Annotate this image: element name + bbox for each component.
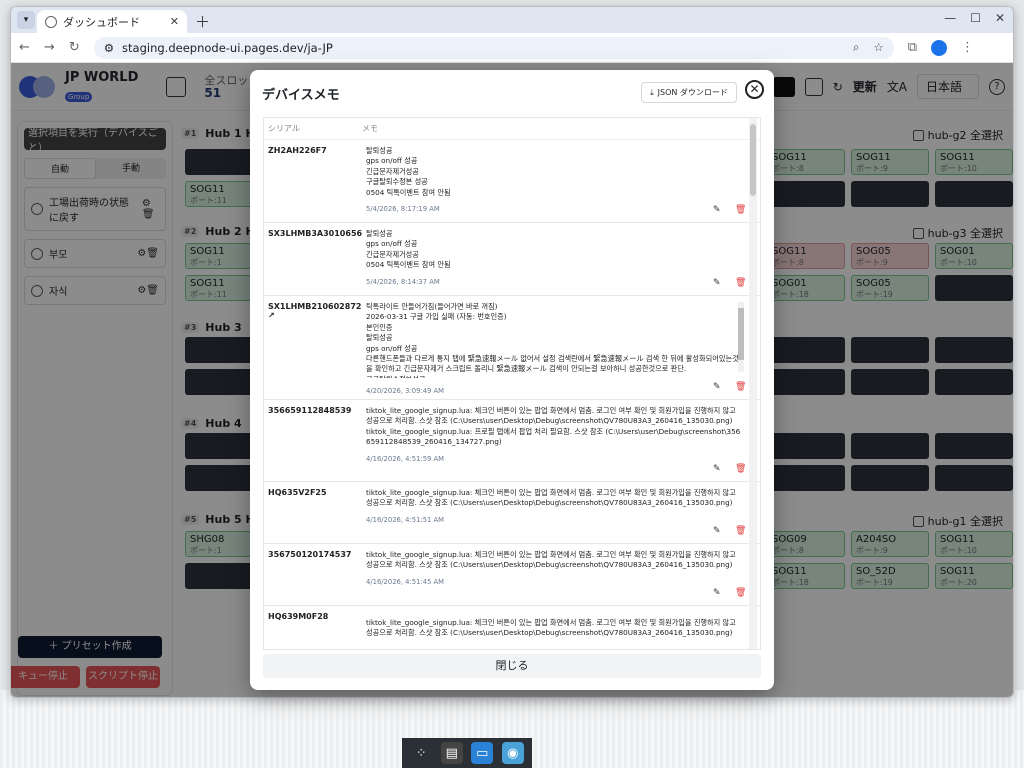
edit-icon[interactable]: ✎ xyxy=(713,588,721,598)
maximize-icon[interactable]: ☐ xyxy=(970,11,981,25)
trash-icon[interactable]: 🗑 xyxy=(735,464,746,474)
table-row: HQ635V2F25 tiktok_lite_google_signup.lua… xyxy=(264,482,760,544)
bookmark-star-icon[interactable]: ☆ xyxy=(873,40,883,55)
table-row: 356659112848539 tiktok_lite_google_signu… xyxy=(264,400,760,482)
new-tab-icon[interactable]: ＋ xyxy=(195,11,210,32)
edit-icon[interactable]: ✎ xyxy=(713,382,721,392)
external-link-icon[interactable]: ↗ xyxy=(268,311,275,320)
memo-timestamp: 4/16/2026, 4:51:45 AM xyxy=(366,577,445,586)
taskbar: ⁘ ▤ ▭ ◉ xyxy=(402,738,532,768)
tab-dashboard[interactable]: ダッシュボード ✕ xyxy=(37,10,187,33)
browser-toolbar: ← → ↻ ⚙ staging.deepnode-ui.pages.dev/ja… xyxy=(11,33,1013,63)
table-row: 356750120174537 tiktok_lite_google_signu… xyxy=(264,544,760,606)
zoom-icon[interactable]: ⌕ xyxy=(853,40,859,55)
minimize-icon[interactable]: — xyxy=(944,11,956,25)
memo-cell: 틱톡라이트 안들어가짐(들어가면 바로 꺼짐) 2026-03-31 구글 가입… xyxy=(366,302,739,378)
serial-cell: HQ639M0F28 xyxy=(268,612,329,621)
launcher-icon[interactable]: ⁘ xyxy=(410,742,432,764)
back-icon[interactable]: ← xyxy=(19,40,30,55)
memo-scrollbar[interactable] xyxy=(738,302,744,372)
dialog-title: デバイスメモ xyxy=(262,88,340,103)
globe-icon xyxy=(45,15,57,28)
table-row: ZH2AH226F7 탈퇴성공 gps on/off 성공 긴급문자제거성공 구… xyxy=(264,140,760,223)
edit-icon[interactable]: ✎ xyxy=(713,464,721,474)
table-row: HQ639M0F28 tiktok_lite_google_signup.lua… xyxy=(264,606,760,649)
table-scrollbar[interactable] xyxy=(749,118,757,649)
edit-icon[interactable]: ✎ xyxy=(713,278,721,288)
files-icon[interactable]: ▭ xyxy=(471,742,494,764)
serial-cell: 356659112848539 xyxy=(268,406,352,415)
memo-cell: tiktok_lite_google_signup.lua: 체크인 버튼이 있… xyxy=(362,544,742,605)
serial-cell: ZH2AH226F7 xyxy=(268,146,327,155)
memo-timestamp: 4/16/2026, 4:51:59 AM xyxy=(366,454,445,463)
close-window-icon[interactable]: ✕ xyxy=(995,11,1005,25)
trash-icon[interactable]: 🗑 xyxy=(735,588,746,598)
terminal-icon[interactable]: ▤ xyxy=(440,742,463,764)
memo-cell: 탈퇴성공 gps on/off 성공 긴급문자제거성공 0504 틱톡이벤트 참… xyxy=(362,223,742,295)
trash-icon[interactable]: 🗑 xyxy=(735,205,746,215)
edit-icon[interactable]: ✎ xyxy=(713,205,721,215)
edit-icon[interactable]: ✎ xyxy=(713,526,721,536)
serial-cell: 356750120174537 xyxy=(268,550,352,559)
col-memo: メモ xyxy=(362,124,378,133)
serial-cell: SX1LHMB210602872 ↗ xyxy=(268,302,362,320)
memo-timestamp: 5/4/2026, 8:17:19 AM xyxy=(366,205,440,214)
device-memo-dialog: デバイスメモ ⤓ JSON ダウンロード ✕ シリアル メモ ZH2AH226F… xyxy=(250,70,774,690)
serial-cell: SX3LHMB3A3010656 xyxy=(268,229,363,238)
tab-title: ダッシュボード xyxy=(63,15,140,29)
close-icon[interactable]: ✕ xyxy=(745,80,764,99)
profile-avatar[interactable] xyxy=(931,39,948,56)
tab-search-icon[interactable]: ▾ xyxy=(17,11,35,29)
browser-menu-icon[interactable]: ⋮ xyxy=(961,40,974,55)
close-button[interactable]: 閉じる xyxy=(263,654,761,678)
memo-cell: tiktok_lite_google_signup.lua: 체크인 버튼이 있… xyxy=(366,618,736,638)
table-row: SX1LHMB210602872 ↗ 틱톡라이트 안들어가짐(들어가면 바로 꺼… xyxy=(264,296,760,400)
memo-table: シリアル メモ ZH2AH226F7 탈퇴성공 gps on/off 성공 긴급… xyxy=(263,117,761,650)
url-text: staging.deepnode-ui.pages.dev/ja-JP xyxy=(122,40,333,55)
col-serial: シリアル xyxy=(268,124,300,133)
table-header: シリアル メモ xyxy=(264,118,760,140)
reload-icon[interactable]: ↻ xyxy=(69,40,80,55)
memo-timestamp: 4/16/2026, 4:51:51 AM xyxy=(366,515,445,524)
json-download-button[interactable]: ⤓ JSON ダウンロード xyxy=(641,82,737,103)
address-bar[interactable]: ⚙ staging.deepnode-ui.pages.dev/ja-JP ⌕ … xyxy=(93,36,894,59)
trash-icon[interactable]: 🗑 xyxy=(735,526,746,536)
table-row: SX3LHMB3A3010656 탈퇴성공 gps on/off 성공 긴급문자… xyxy=(264,223,760,296)
tab-strip: ▾ ダッシュボード ✕ ＋ — ☐ ✕ xyxy=(11,7,1013,33)
memo-timestamp: 4/20/2026, 3:09:49 AM xyxy=(366,387,445,395)
json-download-label: JSON ダウンロード xyxy=(657,88,728,97)
site-info-icon[interactable]: ⚙ xyxy=(104,41,114,55)
memo-cell: tiktok_lite_google_signup.lua: 체크인 버튼이 있… xyxy=(366,406,741,463)
memo-cell: tiktok_lite_google_signup.lua: 체크인 버튼이 있… xyxy=(362,482,742,543)
trash-icon[interactable]: 🗑 xyxy=(735,278,746,288)
forward-icon[interactable]: → xyxy=(44,40,55,55)
memo-timestamp: 5/4/2026, 8:14:37 AM xyxy=(366,277,440,286)
memo-cell: 탈퇴성공 gps on/off 성공 긴급문자제거성공 구글탈퇴수정본 성공 0… xyxy=(362,140,742,222)
browser-icon[interactable]: ◉ xyxy=(501,742,524,764)
trash-icon[interactable]: 🗑 xyxy=(735,382,746,392)
tab-close-icon[interactable]: ✕ xyxy=(170,15,179,28)
serial-cell: HQ635V2F25 xyxy=(268,488,327,497)
extensions-icon[interactable]: ⧉ xyxy=(908,40,917,55)
download-icon: ⤓ xyxy=(650,87,654,97)
